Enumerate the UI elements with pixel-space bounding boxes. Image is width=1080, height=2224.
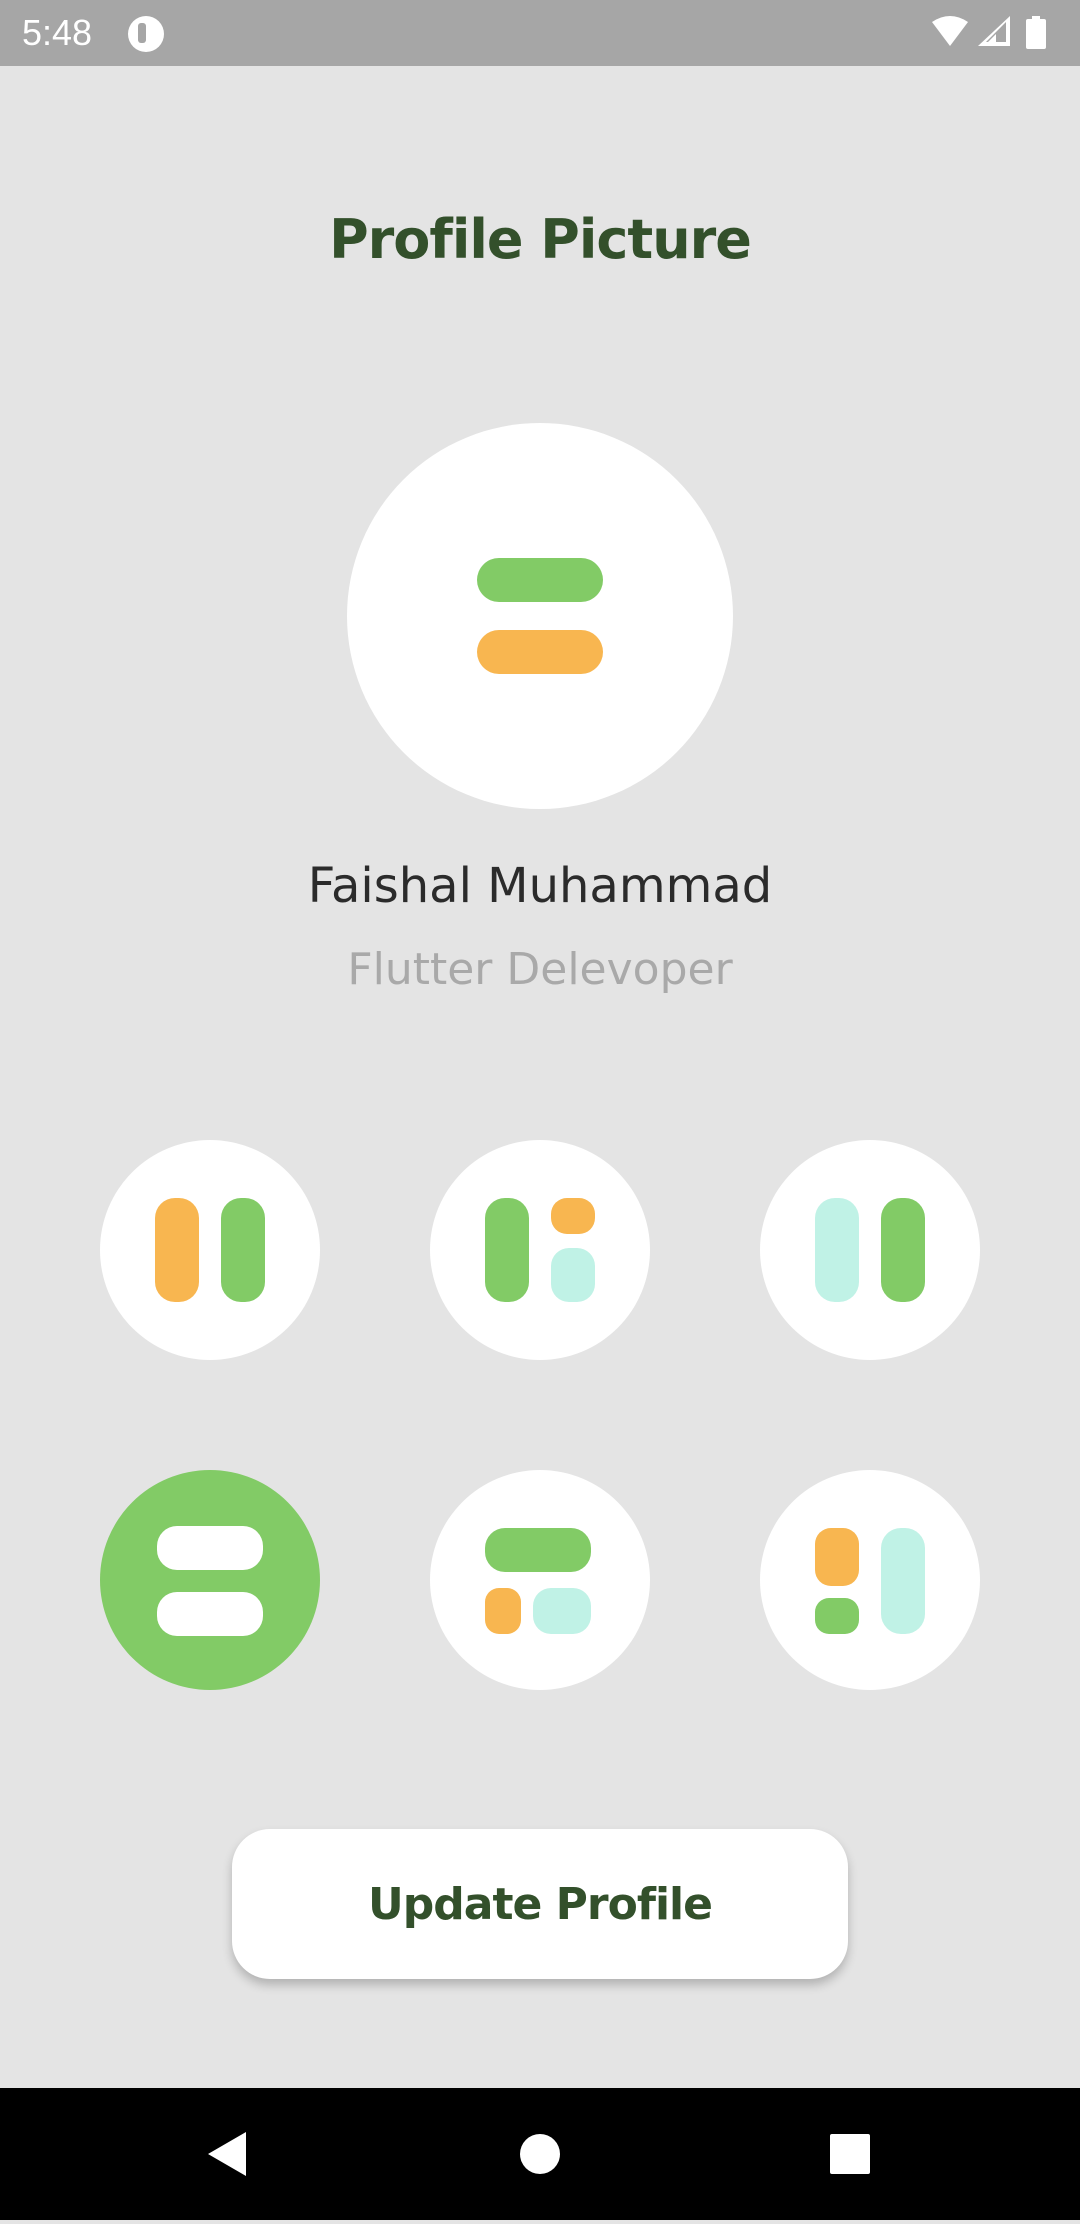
option-shape (815, 1198, 859, 1302)
option-shape (485, 1588, 521, 1634)
option-shape (551, 1198, 595, 1234)
update-profile-button[interactable]: Update Profile (232, 1829, 848, 1979)
home-icon[interactable] (480, 2088, 600, 2220)
navigation-bar (0, 2088, 1080, 2220)
option-shape (221, 1198, 265, 1302)
profile-role: Flutter Delevoper (347, 944, 733, 995)
option-shape (157, 1526, 263, 1570)
status-bar: 5:48 (0, 0, 1080, 66)
profile-name: Faishal Muhammad (307, 858, 773, 914)
option-shape (551, 1248, 595, 1302)
avatar-option-5[interactable] (430, 1470, 650, 1690)
option-shape (815, 1528, 859, 1586)
avatar-option-2[interactable] (430, 1140, 650, 1360)
option-shape (533, 1588, 591, 1634)
selected-avatar (347, 423, 733, 809)
recents-icon[interactable] (790, 2088, 910, 2220)
wifi-icon (932, 16, 968, 46)
option-shape (157, 1592, 263, 1636)
status-icons (930, 14, 1060, 54)
option-shape (881, 1198, 925, 1302)
avatar-option-3[interactable] (760, 1140, 980, 1360)
page-title: Profile Picture (329, 208, 752, 271)
app-notification-icon (128, 16, 164, 52)
avatar-option-6[interactable] (760, 1470, 980, 1690)
option-shape (155, 1198, 199, 1302)
back-icon[interactable] (166, 2088, 286, 2220)
option-shape (815, 1598, 859, 1634)
avatar-option-4[interactable] (100, 1470, 320, 1690)
option-shape (485, 1528, 591, 1572)
option-shape (485, 1198, 529, 1302)
status-time: 5:48 (22, 12, 93, 53)
avatar-green-bar (477, 558, 603, 602)
battery-icon (1026, 16, 1046, 49)
avatar-option-1[interactable] (100, 1140, 320, 1360)
avatar-orange-bar (477, 630, 603, 674)
cellular-signal-icon (978, 16, 1010, 46)
option-shape (881, 1528, 925, 1634)
